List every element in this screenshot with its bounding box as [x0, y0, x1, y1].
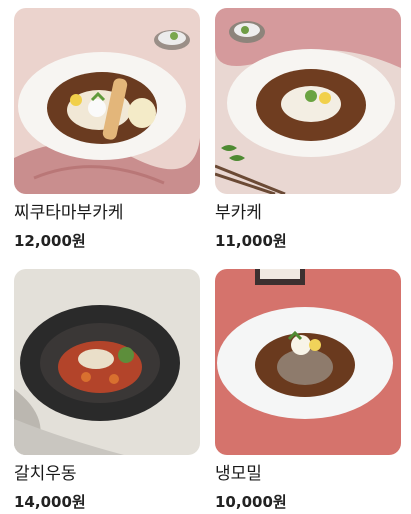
food-photo[interactable]: [215, 8, 401, 194]
menu-item-name: 냉모밀: [215, 464, 262, 484]
menu-card-bukkake[interactable]: 부카케 11,000원: [215, 8, 401, 250]
menu-card-galchi-udon[interactable]: 갈치우동 14,000원: [14, 269, 200, 511]
galchi-udon-image: [14, 269, 200, 455]
food-photo[interactable]: [14, 269, 200, 455]
menu-card-chikutama-bukkake[interactable]: 찌쿠타마부카케 12,000원: [14, 8, 200, 250]
chikutama-bukkake-image: [14, 8, 200, 194]
menu-item-price: 10,000원: [215, 493, 287, 511]
menu-item-name: 부카케: [215, 203, 262, 223]
food-photo[interactable]: [14, 8, 200, 194]
menu-item-name: 찌쿠타마부카케: [14, 203, 124, 223]
menu-item-price: 14,000원: [14, 493, 86, 511]
food-photo[interactable]: [215, 269, 401, 455]
naengmomil-image: [215, 269, 401, 455]
menu-item-name: 갈치우동: [14, 464, 77, 484]
menu-item-price: 11,000원: [215, 232, 287, 250]
menu-card-naengmomil[interactable]: 냉모밀 10,000원: [215, 269, 401, 511]
menu-item-price: 12,000원: [14, 232, 86, 250]
bukkake-image: [215, 8, 401, 194]
